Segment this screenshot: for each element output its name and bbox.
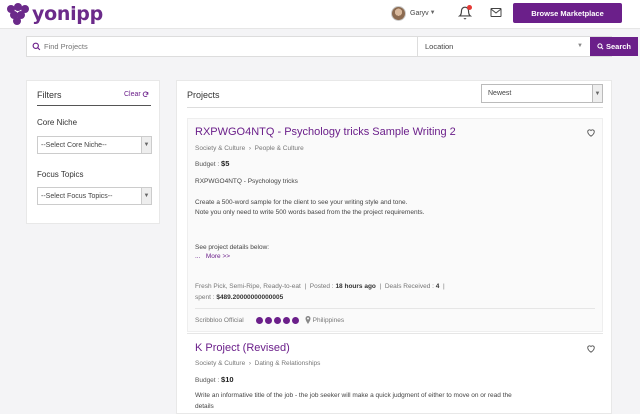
focus-topics-value: --Select Focus Topics-- xyxy=(41,192,113,200)
divider xyxy=(195,308,595,309)
grape-rating-icon xyxy=(255,316,263,324)
project-spent: spent : $489.20000000000005 xyxy=(195,294,283,301)
project-title[interactable]: RXPWGO4NTQ - Psychology tricks Sample Wr… xyxy=(195,126,456,138)
filters-title: Filters xyxy=(37,90,62,100)
more-label: More >> xyxy=(205,253,231,260)
more-link[interactable]: ... More >> xyxy=(195,253,230,260)
spent-value: $489.20000000000005 xyxy=(216,294,284,301)
focus-topics-label: Focus Topics xyxy=(37,170,84,179)
chevron-down-icon: ▼ xyxy=(429,10,436,16)
project-desc-line: See project details below: xyxy=(195,244,270,251)
divider xyxy=(37,105,151,106)
logo[interactable]: yonipp xyxy=(5,3,103,25)
clear-filters-button[interactable]: Clear xyxy=(124,91,149,98)
budget-label: Budget : xyxy=(195,377,220,384)
deals-value: 4 xyxy=(435,283,440,290)
avatar xyxy=(391,5,406,21)
search-button[interactable]: Search xyxy=(590,37,638,56)
project-meta: Fresh Pick, Semi-Ripe, Ready-to-eat | Po… xyxy=(195,283,445,290)
grape-rating-icon xyxy=(273,316,281,324)
ellipsis-text: ... xyxy=(195,253,201,260)
location-pin-icon xyxy=(305,316,311,324)
heart-icon[interactable] xyxy=(586,344,596,353)
notification-button[interactable] xyxy=(457,5,474,22)
project-desc-line: Note you only need to write 500 words ba… xyxy=(195,209,425,216)
messages-button[interactable] xyxy=(490,7,503,19)
deals-label: Deals Received : xyxy=(384,283,434,290)
client-location: Philippines xyxy=(312,316,345,324)
project-budget: Budget : $5 xyxy=(195,159,229,168)
project-title[interactable]: K Project (Revised) xyxy=(195,342,290,354)
search-input-wrap xyxy=(27,37,417,56)
posted-value: 18 hours ago xyxy=(335,283,376,290)
search-bar: Location ▼ Search xyxy=(26,36,638,57)
search-icon xyxy=(32,42,41,51)
budget-label: Budget : xyxy=(195,161,220,168)
projects-title: Projects xyxy=(187,90,220,100)
location-value: Location xyxy=(425,42,454,51)
top-header: yonipp Garyv ▼ Browse Marketplace xyxy=(0,0,640,29)
posted-label: Posted : xyxy=(309,283,334,290)
search-input[interactable] xyxy=(44,42,394,51)
project-desc-line: Create a 500-word sample for the client … xyxy=(195,199,408,206)
search-icon xyxy=(597,43,604,50)
project-desc-line: RXPWGO4NTQ - Psychology tricks xyxy=(195,178,298,185)
project-category: Society & Culture › Dating & Relationshi… xyxy=(195,360,320,367)
chevron-down-icon: ▼ xyxy=(141,137,151,153)
budget-value: $5 xyxy=(221,159,230,168)
core-niche-select[interactable]: --Select Core Niche-- ▼ xyxy=(37,136,152,154)
project-budget: Budget : $10 xyxy=(195,375,234,384)
core-niche-label: Core Niche xyxy=(37,118,78,127)
client-name[interactable]: Scribbloo Official xyxy=(195,317,244,324)
project-desc-line: Write an informative title of the job - … xyxy=(195,392,512,399)
clear-label: Clear xyxy=(124,91,141,98)
search-button-label: Search xyxy=(605,42,632,51)
budget-value: $10 xyxy=(221,375,234,384)
subcategory-text[interactable]: Dating & Relationships xyxy=(255,360,321,367)
logo-text: yonipp xyxy=(32,3,103,25)
divider xyxy=(187,107,603,108)
notification-dot xyxy=(467,5,472,10)
grape-logo-icon xyxy=(5,3,29,25)
filters-panel: Filters Clear Core Niche --Select Core N… xyxy=(26,80,160,224)
mail-icon xyxy=(490,8,502,17)
grape-rating-icon xyxy=(264,316,272,324)
core-niche-value: --Select Core Niche-- xyxy=(41,141,107,149)
location-select[interactable]: Location ▼ xyxy=(417,37,588,56)
projects-panel: Projects Newest ▼ RXPWGO4NTQ - Psycholog… xyxy=(176,80,612,414)
subcategory-text[interactable]: People & Culture xyxy=(255,145,304,152)
breadcrumb-separator-icon: › xyxy=(247,360,253,367)
chevron-down-icon: ▼ xyxy=(141,188,151,204)
sort-value: Newest xyxy=(488,90,512,97)
focus-topics-select[interactable]: --Select Focus Topics-- ▼ xyxy=(37,187,152,205)
category-text[interactable]: Society & Culture xyxy=(195,145,245,152)
breadcrumb-separator-icon: › xyxy=(247,145,253,152)
project-desc-line: details xyxy=(195,403,214,410)
refresh-icon xyxy=(142,91,149,97)
client-info: Scribbloo Official Philippines xyxy=(195,316,344,324)
sort-select[interactable]: Newest ▼ xyxy=(481,84,603,103)
category-text[interactable]: Society & Culture xyxy=(195,360,245,367)
chevron-down-icon: ▼ xyxy=(592,85,602,102)
user-name: Garyv xyxy=(410,9,429,17)
grape-rating-icon xyxy=(291,316,299,324)
user-menu[interactable]: Garyv ▼ xyxy=(391,5,436,21)
heart-icon[interactable] xyxy=(586,128,596,137)
browse-marketplace-button[interactable]: Browse Marketplace xyxy=(513,3,622,23)
grape-rating-icon xyxy=(282,316,290,324)
divider xyxy=(187,333,603,334)
spent-label: spent : xyxy=(195,294,215,301)
rating-grapes xyxy=(255,316,299,324)
project-tags: Fresh Pick, Semi-Ripe, Ready-to-eat xyxy=(195,283,301,290)
caret-down-icon: ▼ xyxy=(577,43,583,49)
project-category: Society & Culture › People & Culture xyxy=(195,145,304,152)
